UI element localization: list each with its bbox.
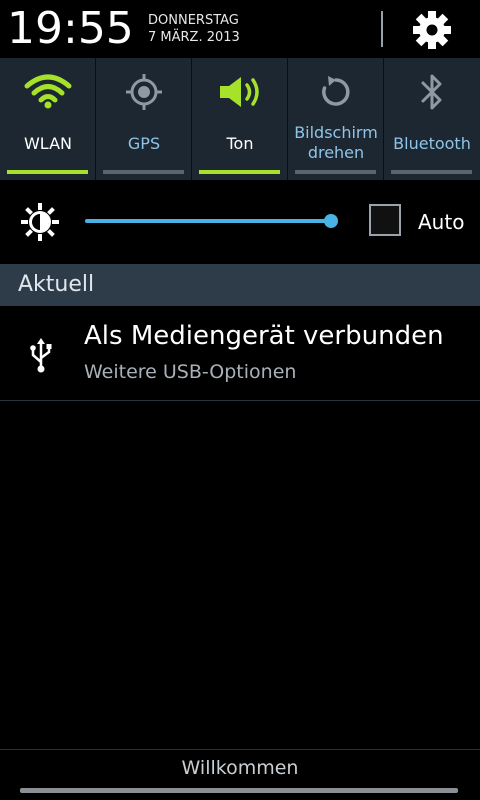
toggle-rotate-label: Bildschirm drehen <box>288 123 384 163</box>
footer-divider <box>0 749 480 750</box>
toggle-gps-indicator <box>103 170 184 174</box>
status-header: 19:55 DONNERSTAG 7 MÄRZ. 2013 <box>0 0 480 58</box>
toggle-bluetooth-indicator <box>391 170 472 174</box>
clock: 19:55 <box>7 3 134 54</box>
drag-handle[interactable] <box>20 788 458 793</box>
gps-icon <box>126 74 162 110</box>
toggle-wlan-indicator <box>7 170 88 174</box>
usb-icon <box>30 338 52 373</box>
brightness-slider-track[interactable] <box>85 219 331 223</box>
toggle-rotate-screen[interactable]: Bildschirm drehen <box>288 58 384 180</box>
bluetooth-icon <box>421 74 442 110</box>
toggle-bluetooth-label: Bluetooth <box>393 134 471 153</box>
header-divider <box>381 11 383 47</box>
toggle-rotate-label-line2: drehen <box>307 143 365 162</box>
section-title: Aktuell <box>18 272 95 297</box>
toggle-gps-label: GPS <box>127 134 161 153</box>
toggle-sound-indicator <box>199 170 280 174</box>
auto-brightness-label: Auto <box>418 210 465 234</box>
brightness-icon <box>20 202 60 242</box>
carrier-label: Willkommen <box>181 757 299 779</box>
auto-brightness-checkbox[interactable] <box>369 204 401 236</box>
toggle-rotate-label-line1: Bildschirm <box>294 123 378 142</box>
section-header-current: Aktuell <box>0 264 480 306</box>
toggle-sound[interactable]: Ton <box>192 58 288 180</box>
notification-subtitle: Weitere USB-Optionen <box>84 361 297 383</box>
brightness-row: Auto <box>0 180 480 264</box>
notification-usb[interactable]: Als Mediengerät verbunden Weitere USB-Op… <box>0 306 480 401</box>
quick-settings-panel: WLAN GPS Ton Bildschirm drehen Bluetooth <box>0 58 480 180</box>
toggle-wlan[interactable]: WLAN <box>0 58 96 180</box>
gear-icon <box>413 11 451 49</box>
toggle-rotate-indicator <box>295 170 376 174</box>
settings-button[interactable] <box>408 6 456 54</box>
weekday-label: DONNERSTAG <box>148 13 239 28</box>
notification-title: Als Mediengerät verbunden <box>84 321 444 351</box>
rotate-icon <box>322 76 350 106</box>
date-block: DONNERSTAG 7 MÄRZ. 2013 <box>148 12 240 46</box>
date-label: 7 MÄRZ. 2013 <box>148 30 240 45</box>
sound-icon <box>220 77 259 107</box>
brightness-slider-thumb[interactable] <box>324 214 338 228</box>
toggle-wlan-label: WLAN <box>23 134 72 153</box>
toggle-gps[interactable]: GPS <box>96 58 192 180</box>
toggle-sound-label: Ton <box>226 134 254 153</box>
wifi-icon <box>24 74 72 109</box>
toggle-bluetooth[interactable]: Bluetooth <box>384 58 480 180</box>
